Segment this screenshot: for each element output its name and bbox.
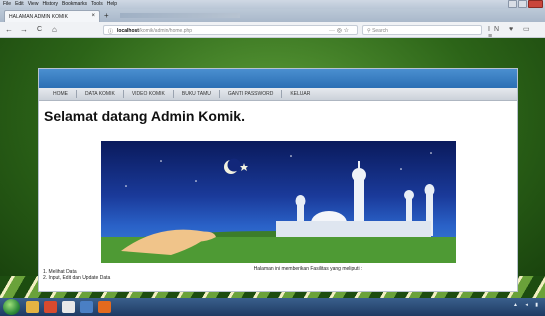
menu-bar: File Edit View History Bookmarks Tools H…: [0, 0, 545, 9]
feature-list: 1. Melihat Data 2. Input, Edit dan Updat…: [43, 269, 110, 281]
url-text: localhost/komik/admin/home.php: [117, 28, 193, 34]
header-banner: [39, 69, 517, 88]
minimize-button[interactable]: [508, 0, 517, 8]
browser-window: File Edit View History Bookmarks Tools H…: [0, 0, 545, 316]
menu-tools[interactable]: Tools: [91, 0, 103, 9]
main-menu: HOME DATA KOMIK VIDEO KOMIK BUKU TAMU GA…: [39, 88, 517, 101]
page-actions-icon[interactable]: ··· ◎ ☆: [329, 27, 349, 34]
search-placeholder: Search: [372, 28, 388, 34]
page-caption: Halaman ini memberikan Fasilitas yang me…: [253, 266, 363, 272]
close-tab-icon[interactable]: ×: [91, 13, 95, 19]
menu-file[interactable]: File: [3, 0, 11, 9]
start-button-icon[interactable]: [3, 299, 20, 315]
app-icon[interactable]: [62, 301, 75, 313]
home-icon[interactable]: ⌂: [52, 25, 57, 35]
new-tab-icon[interactable]: +: [104, 11, 109, 20]
url-path: /komik/admin/home.php: [138, 28, 193, 34]
menu-buku-tamu[interactable]: BUKU TAMU: [174, 88, 219, 101]
tab-admin-komik[interactable]: HALAMAN ADMIN KOMIK ×: [4, 10, 100, 22]
mosque-illustration-svg: [101, 152, 456, 263]
search-input[interactable]: ⚲ Search: [362, 25, 482, 35]
mosque-illustration: [101, 141, 456, 263]
url-bar[interactable]: ⓘ localhost/komik/admin/home.php ··· ◎ ☆: [103, 25, 358, 35]
menu-ganti-password[interactable]: GANTI PASSWORD: [220, 88, 281, 101]
menu-bookmarks[interactable]: Bookmarks: [62, 0, 87, 9]
window-controls: [508, 0, 543, 9]
reload-icon[interactable]: C: [37, 25, 42, 35]
list-item: 2. Input, Edit dan Update Data: [43, 275, 111, 281]
info-icon[interactable]: ⓘ: [108, 28, 113, 35]
menu-home[interactable]: HOME: [45, 88, 76, 101]
menu-edit[interactable]: Edit: [15, 0, 24, 9]
forward-icon[interactable]: →: [20, 25, 28, 35]
menu-history[interactable]: History: [42, 0, 58, 9]
system-tray: ▲ ◂ ▮: [513, 302, 541, 308]
page-title: Selamat datang Admin Komik.: [44, 108, 245, 124]
menu-help[interactable]: Help: [107, 0, 117, 9]
search-icon: ⚲: [367, 28, 371, 34]
url-host: localhost: [117, 28, 139, 34]
word-icon[interactable]: [80, 301, 93, 313]
menu-keluar[interactable]: KELUAR: [282, 88, 318, 101]
content-card: HOME DATA KOMIK VIDEO KOMIK BUKU TAMU GA…: [38, 68, 518, 292]
explorer-icon[interactable]: [26, 301, 39, 313]
tab-strip: HALAMAN ADMIN KOMIK × +: [0, 9, 545, 22]
navigation-bar: ← → C ⌂ ⓘ localhost/komik/admin/home.php…: [0, 22, 545, 40]
close-window-button[interactable]: [528, 0, 543, 8]
maximize-button[interactable]: [518, 0, 527, 8]
blurred-tabs: [120, 13, 240, 18]
media-icon[interactable]: [44, 301, 57, 313]
tab-title: HALAMAN ADMIN KOMIK: [9, 14, 68, 20]
back-icon[interactable]: ←: [5, 25, 13, 35]
firefox-icon[interactable]: [98, 301, 111, 313]
menu-view[interactable]: View: [28, 0, 39, 9]
menu-data-komik[interactable]: DATA KOMIK: [77, 88, 123, 101]
taskbar: ▲ ◂ ▮: [0, 298, 545, 316]
menu-video-komik[interactable]: VIDEO KOMIK: [124, 88, 173, 101]
